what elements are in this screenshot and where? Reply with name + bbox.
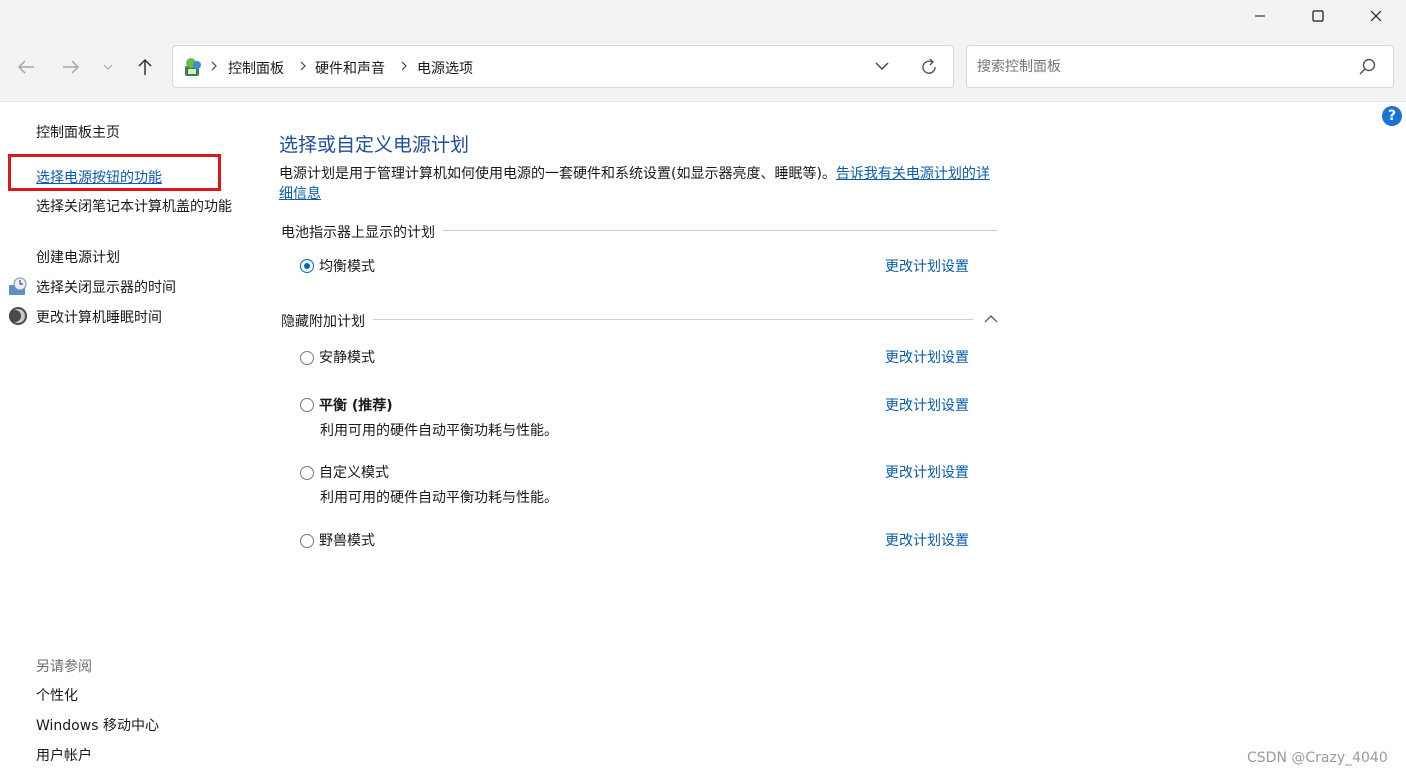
page-description: 电源计划是用于管理计算机如何使用电源的一套硬件和系统设置(如显示器亮度、睡眠等)… [279,164,999,204]
moon-sleep-icon [9,307,27,325]
watermark: CSDN @Crazy_4040 [1247,750,1388,766]
monitor-clock-icon [9,277,27,295]
sidebar-item-display-off[interactable]: 选择关闭显示器的时间 [36,277,176,297]
close-button[interactable] [1347,0,1405,32]
page-title: 选择或自定义电源计划 [279,134,470,156]
sidebar-item-create-plan[interactable]: 创建电源计划 [36,247,120,267]
up-arrow-icon [138,58,152,75]
plan-radio-custom-mode[interactable] [300,466,314,480]
plan-name-beast-mode: 野兽模式 [319,533,375,549]
description-text: 电源计划是用于管理计算机如何使用电源的一套硬件和系统设置(如显示器亮度、睡眠等)… [279,166,836,182]
forward-arrow-icon [63,60,80,74]
plan-name-quiet-mode: 安静模式 [319,350,375,366]
see-also-user-accounts[interactable]: 用户帐户 [36,745,92,765]
sidebar-item-power-button[interactable]: 选择电源按钮的功能 [36,167,162,187]
help-button[interactable]: ? [1382,106,1402,126]
search-input[interactable] [975,56,1349,78]
collapse-chevron-up-icon[interactable] [984,314,998,323]
control-panel-icon [185,58,201,76]
back-arrow-icon [17,60,34,74]
plan-name-custom-mode: 自定义模式 [319,465,389,481]
chevron-down-icon [103,64,113,70]
plan-radio-quiet-mode[interactable] [300,351,314,365]
change-plan-link[interactable]: 更改计划设置 [885,395,969,415]
see-also-personalization[interactable]: 个性化 [36,685,78,705]
sidebar-item-sleep-time[interactable]: 更改计算机睡眠时间 [36,307,162,327]
forward-button[interactable] [56,52,86,82]
see-also-heading: 另请参阅 [36,659,92,675]
chevron-right-icon [401,61,407,71]
plan-radio-balanced-mode[interactable] [300,259,314,273]
hidden-plans-heading: 隐藏附加计划 [281,311,373,331]
chevron-right-icon [300,61,306,71]
section-divider [281,319,973,320]
address-dropdown-icon[interactable] [875,62,889,71]
back-button[interactable] [11,52,41,82]
minimize-button[interactable] [1231,0,1289,32]
change-plan-link[interactable]: 更改计划设置 [885,530,969,550]
sidebar-home-link[interactable]: 控制面板主页 [36,122,120,142]
sidebar-item-lid-close[interactable]: 选择关闭笔记本计算机盖的功能 [36,197,236,217]
battery-section-heading: 电池指示器上显示的计划 [281,222,443,242]
search-icon[interactable] [1359,58,1377,76]
address-bar[interactable]: 控制面板 硬件和声音 电源选项 [172,45,954,88]
plan-radio-beast-mode[interactable] [300,534,314,548]
breadcrumb-hardware-sound[interactable]: 硬件和声音 [315,58,385,78]
maximize-icon [1312,10,1324,22]
see-also-mobility-center[interactable]: Windows 移动中心 [36,715,159,735]
search-box[interactable] [966,45,1394,88]
plan-name-balanced-recommended: 平衡 (推荐) [319,398,393,414]
breadcrumb-control-panel[interactable]: 控制面板 [228,58,284,78]
breadcrumb-power-options[interactable]: 电源选项 [417,58,473,78]
plan-description: 利用可用的硬件自动平衡功耗与性能。 [320,423,558,439]
close-icon [1370,10,1382,22]
refresh-icon[interactable] [920,58,938,76]
plan-description: 利用可用的硬件自动平衡功耗与性能。 [320,490,558,506]
change-plan-link[interactable]: 更改计划设置 [885,256,969,276]
up-button[interactable] [130,52,160,82]
change-plan-link[interactable]: 更改计划设置 [885,462,969,482]
title-bar: 控制面板 硬件和声音 电源选项 [0,0,1406,102]
change-plan-link[interactable]: 更改计划设置 [885,347,969,367]
plan-name-balanced-mode: 均衡模式 [319,259,375,275]
maximize-button[interactable] [1289,0,1347,32]
recent-locations-button[interactable] [95,52,121,82]
chevron-right-icon [211,61,217,71]
minimize-icon [1255,15,1265,17]
plan-radio-balanced-recommended[interactable] [300,398,314,412]
